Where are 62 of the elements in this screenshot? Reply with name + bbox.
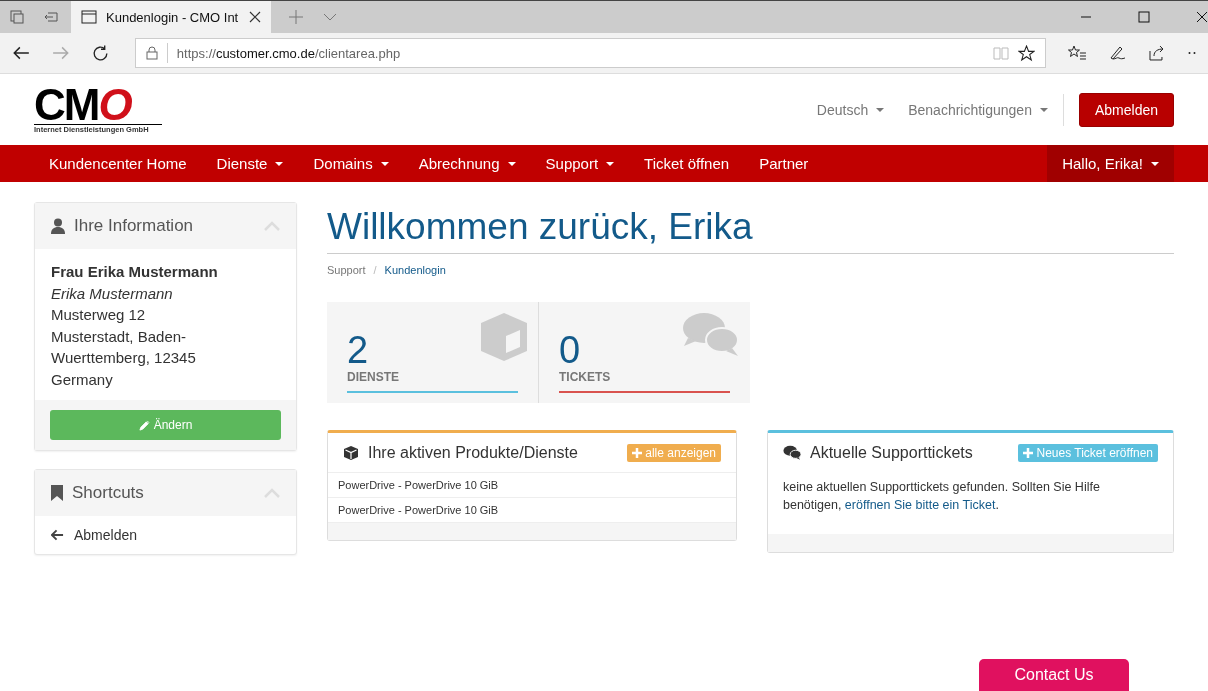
- address-field[interactable]: https://customer.cmo.de/clientarea.php: [134, 38, 1047, 68]
- left-arrow-icon: [51, 529, 64, 541]
- back-arrow-icon[interactable]: [12, 44, 30, 62]
- logo-mark[interactable]: CMO: [34, 85, 162, 124]
- address-line: Wuerttemberg, 12345: [51, 348, 197, 368]
- maximize-icon[interactable]: [1138, 11, 1150, 23]
- cube-icon: [480, 312, 528, 362]
- pencil-icon: [138, 419, 150, 431]
- plus-icon: [1023, 447, 1034, 458]
- breadcrumb-link[interactable]: Support: [327, 264, 366, 276]
- bookmark-icon: [51, 485, 63, 501]
- stat-count: 2: [347, 330, 369, 370]
- plus-icon: [632, 447, 643, 458]
- stat-label: TICKETS: [559, 370, 611, 384]
- address-line: Germany: [51, 369, 114, 390]
- stat-tile[interactable]: 2 DIENSTE: [327, 302, 538, 403]
- tabs-aside-icon[interactable]: [9, 9, 25, 25]
- nav-item[interactable]: Kundencenter Home: [34, 145, 202, 182]
- browser-tab[interactable]: Kundenlogin - CMO Int: [71, 1, 271, 33]
- nav-item[interactable]: Abrechnung: [403, 145, 531, 182]
- url-text: https://customer.cmo.de/clientarea.php: [176, 45, 401, 61]
- pen-icon[interactable]: [1108, 45, 1127, 61]
- header-link[interactable]: Benachrichtigungen: [908, 101, 1048, 118]
- stat-label: DIENSTE: [347, 370, 399, 384]
- nav-item[interactable]: Domains: [298, 145, 404, 182]
- user-menu[interactable]: Hallo, Erika!: [1047, 145, 1174, 182]
- shortcut-link[interactable]: Abmelden: [35, 516, 296, 554]
- nav-item[interactable]: Ticket öffnen: [629, 145, 745, 182]
- panel-title: Ihre aktiven Produkte/Dienste: [368, 443, 578, 462]
- tab-back-icon[interactable]: [43, 9, 59, 25]
- star-icon[interactable]: [1018, 44, 1036, 62]
- nav-item[interactable]: Dienste: [201, 145, 299, 182]
- stat-count: 0: [559, 330, 581, 370]
- chat-bubbles-icon: [783, 445, 801, 460]
- logout-button[interactable]: Abmelden: [1078, 92, 1174, 127]
- customer-name: Frau Erika Mustermann: [51, 262, 219, 282]
- user-icon: [51, 218, 65, 234]
- address-line: Musterstadt, Baden-: [51, 326, 188, 347]
- nav-item[interactable]: Support: [530, 145, 630, 182]
- breadcrumb-separator: /: [373, 264, 377, 276]
- lock-icon: [145, 46, 158, 60]
- favorites-icon[interactable]: [1068, 45, 1087, 61]
- panel-title: Shortcuts: [72, 483, 144, 503]
- page-icon: [81, 10, 97, 24]
- chat-bubbles-icon: [682, 312, 740, 358]
- panel-title: Aktuelle Supporttickets: [810, 443, 973, 462]
- stat-tile[interactable]: 0 TICKETS: [538, 302, 750, 403]
- no-tickets-message: keine aktuellen Supporttickets gefunden. Sollten Sie Hilfe benötigen, eröffnen Sie bitte ein Ticket.: [782, 479, 1101, 514]
- header-link[interactable]: Deutsch: [816, 101, 885, 118]
- panel-title: Ihre Information: [74, 216, 194, 236]
- breadcrumb-link[interactable]: Kundenlogin: [384, 264, 446, 276]
- page-title: Willkommen zurück, Erika: [327, 202, 1174, 254]
- cube-icon: [343, 444, 359, 461]
- contact-us-button[interactable]: Contact Us: [979, 659, 1129, 691]
- product-row[interactable]: PowerDrive - PowerDrive 10 GiB: [328, 473, 736, 498]
- nav-item[interactable]: Partner: [744, 145, 824, 182]
- address-line: Musterweg 12: [51, 305, 147, 325]
- company-name: Erika Mustermann: [51, 283, 174, 304]
- refresh-icon[interactable]: [91, 44, 109, 62]
- close-icon[interactable]: [1196, 11, 1208, 23]
- more-icon[interactable]: [1188, 51, 1197, 55]
- close-icon[interactable]: [249, 11, 261, 23]
